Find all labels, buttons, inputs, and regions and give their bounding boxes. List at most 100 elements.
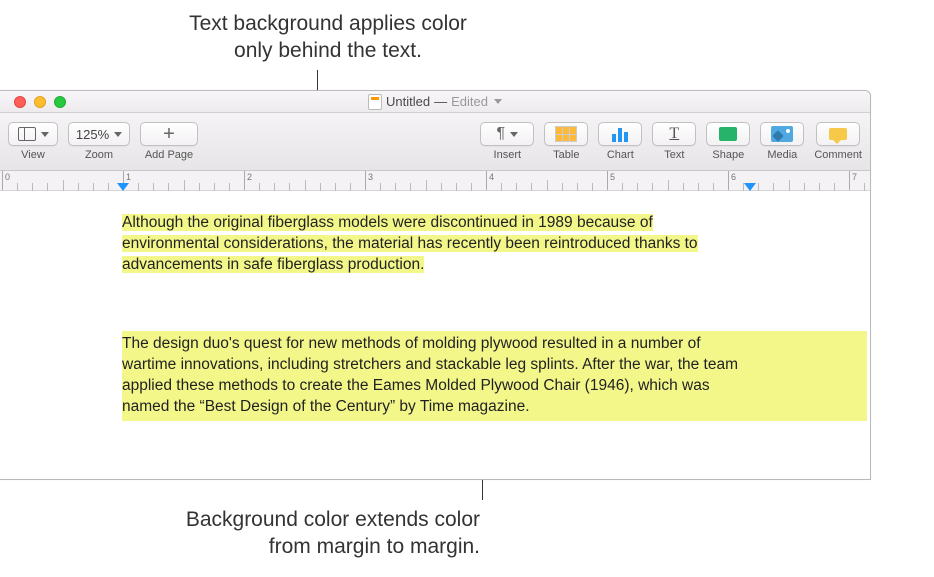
media-icon [771, 126, 793, 142]
shape-label: Shape [712, 149, 744, 161]
media-label: Media [767, 149, 797, 161]
ruler-major: 0 [2, 171, 10, 190]
ruler-tick [622, 183, 623, 191]
ruler-tick [168, 183, 169, 191]
document-status: Edited [451, 94, 488, 109]
ruler-tick [819, 183, 820, 191]
comment-button[interactable] [816, 122, 860, 146]
chevron-down-icon [114, 132, 122, 137]
title-separator: — [434, 94, 447, 109]
ruler-tick [426, 180, 427, 191]
ruler-tick [259, 183, 260, 191]
ruler-tick [78, 183, 79, 191]
paragraph-text-highlight[interactable]: Although the original fiberglass models … [122, 213, 750, 276]
media-button[interactable] [760, 122, 804, 146]
ruler-tick [199, 183, 200, 191]
plus-icon: + [163, 124, 175, 144]
ruler-tick [320, 183, 321, 191]
ruler-tick [637, 183, 638, 191]
ruler-tick [516, 183, 517, 191]
table-icon [555, 126, 577, 142]
titlebar: Untitled — Edited [0, 91, 870, 113]
document-icon [368, 94, 382, 110]
ruler-tick [804, 183, 805, 191]
ruler-major: 7 [849, 171, 857, 190]
comment-label: Comment [814, 149, 862, 161]
callout-text-bottom: Background color extends color from marg… [170, 506, 480, 561]
add-page-button[interactable]: + [140, 122, 198, 146]
add-page-group: + Add Page [140, 122, 198, 161]
text-highlight-span: Although the original fiberglass models … [122, 214, 698, 273]
view-label: View [21, 149, 45, 161]
ruler-tick [47, 183, 48, 191]
zoom-value: 125% [76, 127, 109, 142]
chevron-down-icon [494, 99, 502, 104]
ruler-tick [683, 183, 684, 191]
ruler-tick [698, 183, 699, 191]
ruler-tick [773, 183, 774, 191]
chart-icon [612, 126, 628, 142]
ruler-major: 6 [728, 171, 736, 190]
shape-button[interactable] [706, 122, 750, 146]
ruler-tick [789, 180, 790, 191]
ruler-tick [138, 183, 139, 191]
window-controls [14, 96, 66, 108]
ruler-tick [410, 183, 411, 191]
chart-button[interactable] [598, 122, 642, 146]
zoom-group: 125% Zoom [68, 122, 130, 161]
shape-icon [719, 127, 737, 141]
shape-group: Shape [706, 122, 750, 161]
view-button[interactable] [8, 122, 58, 146]
ruler-tick [577, 183, 578, 191]
comment-icon [829, 128, 847, 140]
ruler-tick [562, 183, 563, 191]
ruler-major: 5 [607, 171, 615, 190]
ruler-tick [153, 183, 154, 191]
left-margin-marker[interactable] [117, 183, 129, 191]
chart-label: Chart [607, 149, 634, 161]
ruler-tick [758, 183, 759, 191]
ruler-tick [17, 183, 18, 191]
ruler-tick [713, 183, 714, 191]
view-group: View [8, 122, 58, 161]
table-label: Table [553, 149, 579, 161]
table-button[interactable] [544, 122, 588, 146]
ruler-tick [531, 183, 532, 191]
ruler-tick [305, 180, 306, 191]
right-margin-marker[interactable] [744, 183, 756, 191]
zoom-button[interactable]: 125% [68, 122, 130, 146]
media-group: Media [760, 122, 804, 161]
ruler-tick [380, 183, 381, 191]
toolbar: View 125% Zoom + Add Page ¶ Insert [0, 113, 870, 171]
paragraph-block-highlight[interactable]: The design duo's quest for new methods o… [122, 331, 867, 421]
window-title: Untitled — Edited [0, 94, 870, 110]
ruler-tick [834, 183, 835, 191]
chevron-down-icon [510, 132, 518, 137]
ruler-tick [456, 183, 457, 191]
view-icon [18, 127, 36, 141]
ruler-major: 3 [365, 171, 373, 190]
insert-label: Insert [494, 149, 522, 161]
zoom-button[interactable] [54, 96, 66, 108]
ruler[interactable]: 0 1 2 3 4 5 6 7 [0, 171, 870, 191]
text-button[interactable]: T [652, 122, 696, 146]
ruler-tick [229, 183, 230, 191]
callout-text-top: Text background applies color only behin… [188, 10, 468, 65]
close-button[interactable] [14, 96, 26, 108]
pages-window: Untitled — Edited View 125% Zoom + [0, 90, 871, 480]
comment-group: Comment [814, 122, 862, 161]
table-group: Table [544, 122, 588, 161]
add-page-label: Add Page [145, 149, 193, 161]
document-title: Untitled [386, 94, 430, 109]
ruler-tick [395, 183, 396, 191]
document-canvas[interactable]: Although the original fiberglass models … [0, 191, 870, 480]
ruler-tick [214, 183, 215, 191]
ruler-tick [289, 183, 290, 191]
ruler-tick [93, 183, 94, 191]
ruler-tick [350, 183, 351, 191]
insert-button[interactable]: ¶ [480, 122, 534, 146]
text-group: T Text [652, 122, 696, 161]
ruler-major: 4 [486, 171, 494, 190]
minimize-button[interactable] [34, 96, 46, 108]
ruler-tick [652, 183, 653, 191]
